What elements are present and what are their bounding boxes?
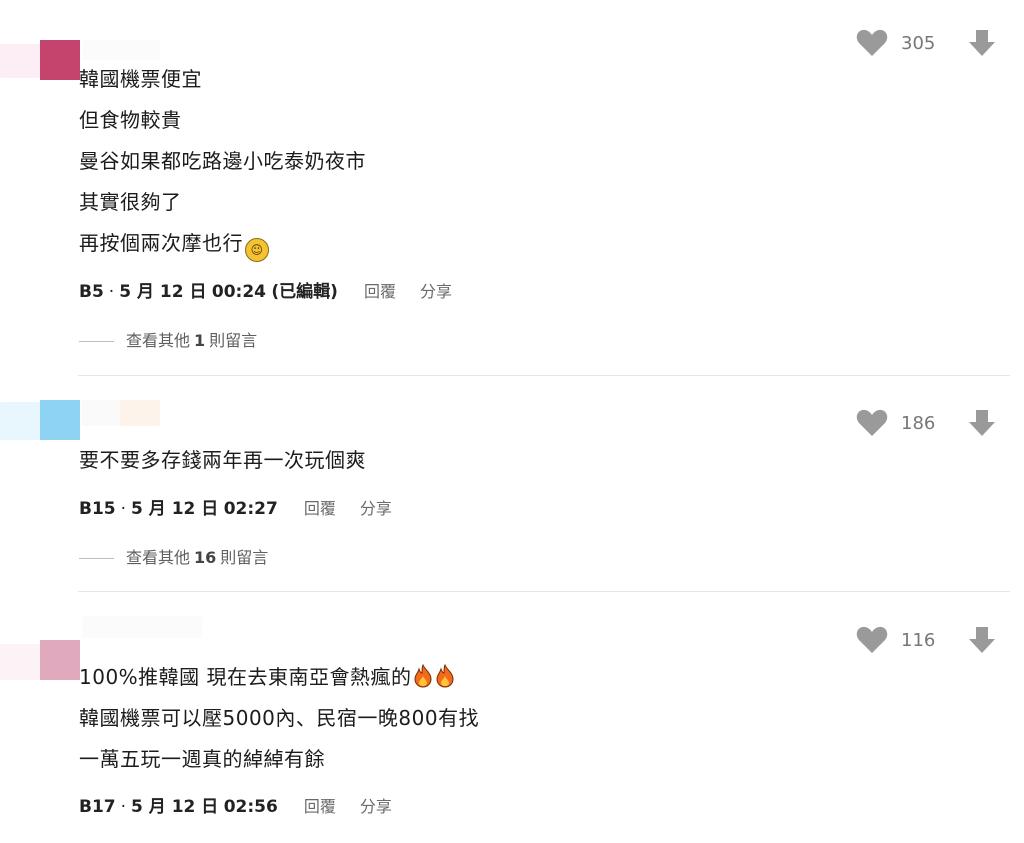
more-suffix: 則留言	[209, 331, 258, 350]
more-count: 16	[194, 548, 217, 567]
separator-dot: ·	[120, 499, 127, 519]
reply-button[interactable]: 回覆	[304, 796, 336, 818]
avatar-blur	[0, 44, 40, 78]
like-count: 305	[901, 32, 936, 54]
comment-date: 5 月 12 日	[131, 499, 219, 519]
comment-meta: B5 · 5 月 12 日 00:24 (已編輯) 回覆 分享	[79, 281, 452, 303]
comment-line: 韓國機票便宜	[79, 67, 202, 91]
comment-divider	[78, 591, 1010, 592]
avatar-blur	[0, 402, 40, 440]
comment-text: 再按個兩次摩也行	[79, 231, 243, 255]
separator-dot: ·	[108, 282, 115, 302]
reaction-bar: 116	[856, 625, 997, 655]
laughing-emoji-icon: ☺	[245, 238, 269, 262]
reaction-bar: 186	[856, 408, 997, 438]
comment-time: 00:24	[211, 282, 266, 302]
edited-label: (已編輯)	[271, 282, 338, 302]
comment-meta: B17 · 5 月 12 日 02:56 回覆 分享	[79, 796, 392, 818]
username-blur	[82, 40, 160, 60]
comment-meta: B15 · 5 月 12 日 02:27 回覆 分享	[79, 498, 392, 520]
comment-line: 但食物較貴	[79, 108, 182, 132]
username-blur	[82, 400, 122, 426]
username-blur	[82, 616, 202, 638]
more-prefix: 查看其他	[126, 548, 191, 567]
floor-number: B5	[79, 282, 104, 302]
comment-line: 其實很夠了	[79, 190, 182, 214]
reaction-bar: 305	[856, 28, 997, 58]
comment-line: 韓國機票可以壓5000內、民宿一晚800有找	[79, 706, 480, 730]
floor-number: B15	[79, 499, 116, 519]
comment-line-with-emoji: 100%推韓國 現在去東南亞會熱瘋的	[79, 664, 456, 690]
reply-button[interactable]: 回覆	[304, 498, 336, 520]
avatar[interactable]	[40, 640, 80, 680]
comment-line: 一萬五玩一週真的綽綽有餘	[79, 747, 325, 771]
comment-line: 曼谷如果都吃路邊小吃泰奶夜市	[79, 149, 366, 173]
fire-emoji-icon	[414, 664, 432, 688]
avatar[interactable]	[40, 400, 80, 440]
comment-time: 02:56	[223, 797, 278, 817]
down-arrow-icon[interactable]	[967, 28, 997, 58]
down-arrow-icon[interactable]	[967, 625, 997, 655]
view-more-replies[interactable]: 查看其他 1 則留言	[79, 330, 257, 352]
avatar[interactable]	[40, 40, 80, 80]
share-button[interactable]: 分享	[360, 498, 392, 520]
view-more-replies[interactable]: 查看其他 16 則留言	[79, 547, 268, 569]
comment-text: 100%推韓國 現在去東南亞會熱瘋的	[79, 665, 412, 689]
like-count: 186	[901, 412, 936, 434]
separator-dot: ·	[120, 797, 127, 817]
fire-emoji-icon	[436, 664, 454, 688]
share-button[interactable]: 分享	[420, 281, 452, 303]
heart-icon[interactable]	[856, 409, 888, 437]
username-blur	[120, 400, 160, 426]
more-suffix: 則留言	[220, 548, 269, 567]
reply-button[interactable]: 回覆	[364, 281, 396, 303]
heart-icon[interactable]	[856, 626, 888, 654]
share-button[interactable]: 分享	[360, 796, 392, 818]
comment-line-with-emoji: 再按個兩次摩也行 ☺	[79, 230, 269, 262]
comment-line: 要不要多存錢兩年再一次玩個爽	[79, 448, 366, 472]
comment-date: 5 月 12 日	[119, 282, 207, 302]
comment-divider	[78, 375, 1010, 376]
heart-icon[interactable]	[856, 29, 888, 57]
divider-dash	[79, 340, 114, 342]
comment-time: 02:27	[223, 499, 278, 519]
like-count: 116	[901, 629, 936, 651]
divider-dash	[79, 557, 114, 559]
down-arrow-icon[interactable]	[967, 408, 997, 438]
floor-number: B17	[79, 797, 116, 817]
avatar-blur	[0, 644, 40, 680]
more-prefix: 查看其他	[126, 331, 191, 350]
comment-date: 5 月 12 日	[131, 797, 219, 817]
more-count: 1	[194, 331, 206, 350]
